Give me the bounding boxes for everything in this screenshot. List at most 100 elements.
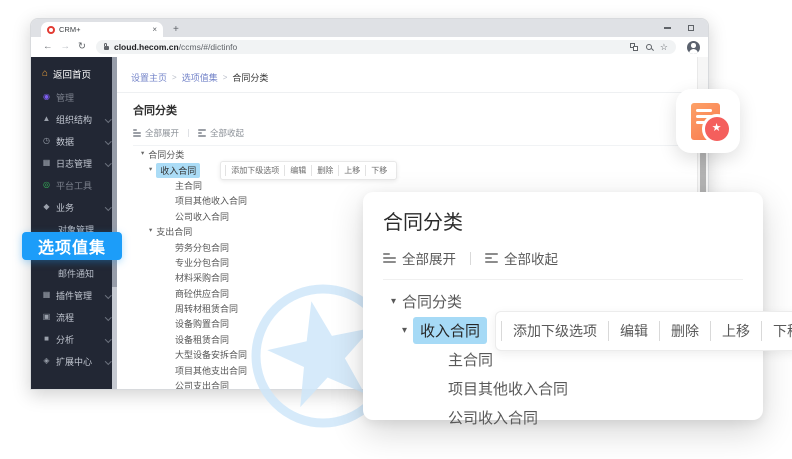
minimize-button[interactable] <box>664 27 671 28</box>
caret-down-icon[interactable]: ▾ <box>149 228 152 235</box>
breadcrumb-link-settings-home[interactable]: 设置主页 <box>131 71 167 84</box>
url-path: /ccms/#/dictinfo <box>179 42 238 52</box>
divider <box>117 92 708 93</box>
zoom-overlay-panel: 合同分类 全部展开 全部收起 ▾ 合同分类 ▾ 收入合同 添加下级选项编辑删除上… <box>363 192 763 420</box>
sidebar-item-label: 平台工具 <box>56 179 92 192</box>
sidebar-item[interactable]: ◆ 业务 <box>31 196 117 218</box>
sidebar-item-icon: ▦ <box>42 291 51 299</box>
toolbar-action[interactable]: 上移 <box>710 321 761 341</box>
sidebar-menu: ◉ 管理 ▲ 组织结构 ◷ 数据 <box>31 86 117 372</box>
refresh-button[interactable]: ↻ <box>78 42 86 52</box>
new-tab-button[interactable]: + <box>173 25 179 35</box>
toolbar-action[interactable]: 上移 <box>338 165 365 176</box>
sidebar-item-icon: ▲ <box>42 115 51 123</box>
expand-all-label: 全部展开 <box>145 127 179 139</box>
translate-icon[interactable] <box>630 43 638 51</box>
sidebar-item-icon: ◆ <box>42 203 51 211</box>
browser-tab[interactable]: CRM+ × <box>41 22 163 37</box>
tree-node-label: 合同分类 <box>148 148 184 161</box>
sidebar-item[interactable]: ■ 分析 <box>31 328 117 350</box>
toolbar-action[interactable]: 下移 <box>761 321 792 341</box>
sidebar-item[interactable]: ▦ 日志管理 <box>31 152 117 174</box>
chevron-down-icon <box>105 314 111 320</box>
sidebar-item[interactable]: ▲ 组织结构 <box>31 108 117 130</box>
caret-down-icon[interactable]: ▾ <box>141 151 144 158</box>
sidebar-item[interactable]: ▣ 流程 <box>31 306 117 328</box>
tree-leaf[interactable]: 项目其他收入合同 <box>383 374 743 403</box>
callout-option-set[interactable]: 选项值集 <box>22 232 122 260</box>
toolbar-action[interactable]: 删除 <box>659 321 710 341</box>
tree-node-label: 合同分类 <box>402 291 462 312</box>
divider <box>383 279 743 280</box>
doc-star-card: ★ <box>676 89 740 153</box>
window-controls <box>664 24 694 32</box>
sidebar-item-label: 数据 <box>56 135 74 148</box>
sidebar-item-label: 组织结构 <box>56 113 92 126</box>
sidebar-item-label: 邮件通知 <box>58 267 94 280</box>
caret-down-icon[interactable]: ▾ <box>402 326 407 336</box>
tree-leaf[interactable]: 主合同 <box>133 178 708 193</box>
sidebar-item-label: 管理 <box>56 91 74 104</box>
chevron-down-icon <box>105 138 111 144</box>
expand-all-button[interactable]: 全部展开 <box>383 248 456 268</box>
chevron-down-icon <box>105 336 111 342</box>
sidebar-item[interactable]: ◈ 扩展中心 <box>31 350 117 372</box>
tree-node-root[interactable]: ▾ 合同分类 <box>133 147 708 162</box>
sidebar-item[interactable]: ◉ 管理 <box>31 86 117 108</box>
back-button[interactable]: ← <box>43 42 53 52</box>
income-children: 主合同项目其他收入合同公司收入合同 <box>383 345 743 432</box>
forward-button[interactable]: → <box>61 42 71 52</box>
document-icon: ★ <box>691 103 720 140</box>
toolbar-action[interactable]: 编辑 <box>284 165 311 176</box>
sidebar-item-icon: ◎ <box>42 181 51 189</box>
toolbar-action[interactable]: 添加下级选项 <box>501 321 608 341</box>
chevron-down-icon <box>105 292 111 298</box>
url-field[interactable]: cloud.hecom.cn/ccms/#/dictinfo ☆ <box>96 40 676 54</box>
tree-node-label: 支出合同 <box>156 225 192 238</box>
sidebar-item-icon: ◷ <box>42 137 51 145</box>
caret-down-icon[interactable]: ▾ <box>149 167 152 174</box>
collapse-all-icon <box>198 129 206 137</box>
toolbar-action[interactable]: 编辑 <box>608 321 659 341</box>
sidebar-item[interactable]: ◷ 数据 <box>31 130 117 152</box>
sidebar-item-icon: ▣ <box>42 313 51 321</box>
toolbar-action[interactable]: 添加下级选项 <box>225 165 284 176</box>
collapse-all-label: 全部收起 <box>210 127 244 139</box>
tab-title: CRM+ <box>59 25 148 34</box>
collapse-all-button[interactable]: 全部收起 <box>198 127 244 139</box>
tree-leaf[interactable]: 公司收入合同 <box>383 403 743 432</box>
chevron-down-icon <box>105 204 111 210</box>
collapse-all-button[interactable]: 全部收起 <box>485 248 558 268</box>
url-actions: ☆ <box>630 43 668 52</box>
address-bar: ← → ↻ cloud.hecom.cn/ccms/#/dictinfo ☆ <box>31 37 708 58</box>
overlay-title: 合同分类 <box>383 206 743 235</box>
expand-all-button[interactable]: 全部展开 <box>133 127 179 139</box>
toolbar-action[interactable]: 下移 <box>365 165 392 176</box>
sidebar-item[interactable]: ▦ 插件管理 <box>31 284 117 306</box>
sidebar-item-label: 业务 <box>56 201 74 214</box>
tree-node-income[interactable]: ▾ 收入合同 添加下级选项编辑删除上移下移 <box>383 316 743 345</box>
chevron-down-icon <box>105 116 111 122</box>
tab-close-icon[interactable]: × <box>152 26 157 34</box>
sidebar-item-home[interactable]: ⌂ 返回首页 <box>31 62 117 86</box>
sidebar-item[interactable]: ◎ 平台工具 <box>31 174 117 196</box>
zoom-icon[interactable] <box>646 44 652 50</box>
expand-all-icon <box>133 129 141 137</box>
breadcrumb-link-option-sets[interactable]: 选项值集 <box>182 71 218 84</box>
profile-avatar[interactable] <box>687 41 700 54</box>
page-title: 合同分类 <box>133 102 708 118</box>
breadcrumb-current: 合同分类 <box>232 71 268 84</box>
sidebar: ⌂ 返回首页 ◉ 管理 ▲ 组织结构 <box>31 57 117 389</box>
sidebar-item-label: 流程 <box>56 311 74 324</box>
maximize-button[interactable] <box>688 25 694 31</box>
selected-node-chip[interactable]: 收入合同 <box>156 163 200 178</box>
selected-node-chip[interactable]: 收入合同 <box>413 317 487 344</box>
url-text: cloud.hecom.cn/ccms/#/dictinfo <box>114 42 237 52</box>
home-icon: ⌂ <box>42 69 48 79</box>
bookmark-star-icon[interactable]: ☆ <box>660 43 668 52</box>
sidebar-item-icon: ■ <box>42 335 51 343</box>
tree-node-income[interactable]: ▾ 收入合同 添加下级选项编辑删除上移下移 <box>133 162 708 177</box>
caret-down-icon[interactable]: ▾ <box>391 297 396 307</box>
toolbar-action[interactable]: 删除 <box>311 165 338 176</box>
sidebar-item[interactable]: 邮件通知 <box>31 262 117 284</box>
